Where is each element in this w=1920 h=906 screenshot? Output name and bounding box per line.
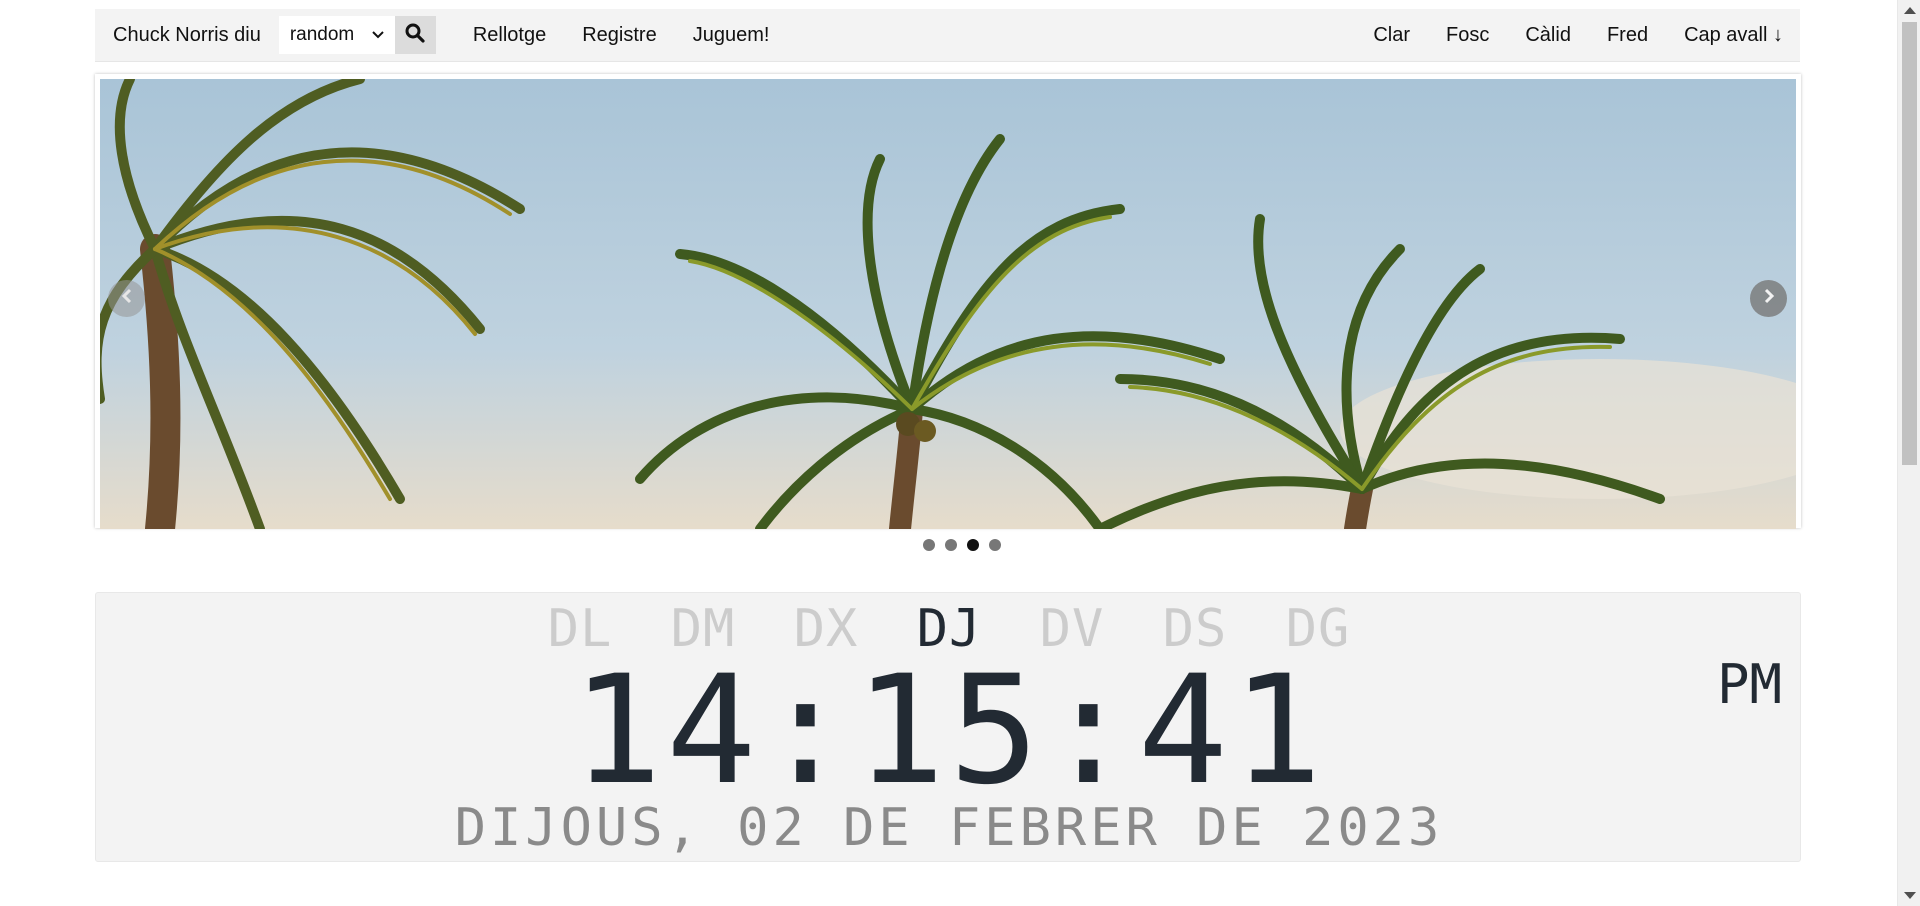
theme-link-fred[interactable]: Fred [1589, 24, 1666, 47]
clock-panel: DL DM DX DJ DV DS DG 14:15:41 PM DIJOUS,… [95, 592, 1801, 862]
select-value: random [289, 24, 355, 45]
theme-link-calid[interactable]: Càlid [1507, 24, 1589, 47]
carousel-next-button[interactable] [1750, 280, 1787, 317]
search-button[interactable] [394, 16, 436, 54]
joke-category-select[interactable]: random [278, 16, 395, 54]
carousel-slide-image [100, 79, 1796, 529]
nav-link-rellotge[interactable]: Rellotge [455, 24, 564, 47]
chevron-right-icon [1762, 288, 1776, 309]
theme-link-fosc[interactable]: Fosc [1428, 24, 1507, 47]
carousel-prev-button[interactable] [108, 280, 145, 317]
clock-date: DIJOUS, 02 DE FEBRER DE 2023 [454, 798, 1444, 858]
carousel-dot-4[interactable] [989, 539, 1001, 551]
scroll-down-arrow-icon[interactable] [1904, 892, 1916, 899]
image-carousel [95, 74, 1801, 529]
search-group: random [278, 16, 436, 54]
clock-time: 14:15:41 [571, 644, 1327, 818]
clock-ampm: PM [1716, 653, 1782, 716]
chevron-left-icon [120, 288, 134, 309]
carousel-indicators [0, 539, 1920, 551]
theme-link-cap-avall[interactable]: Cap avall ↓ [1666, 24, 1797, 47]
carousel-dot-3[interactable] [967, 539, 979, 551]
scroll-up-arrow-icon[interactable] [1904, 7, 1916, 14]
carousel-dot-2[interactable] [945, 539, 957, 551]
search-icon [405, 23, 425, 48]
theme-link-clar[interactable]: Clar [1355, 24, 1428, 47]
nav-links: Rellotge Registre Juguem! [455, 24, 788, 47]
page-scrollbar[interactable] [1897, 0, 1920, 906]
top-navbar: Chuck Norris diu random Rellotge Registr… [95, 9, 1800, 62]
navbar-brand[interactable]: Chuck Norris diu [113, 24, 261, 47]
scroll-thumb[interactable] [1902, 22, 1917, 465]
theme-links: Clar Fosc Càlid Fred Cap avall ↓ [1355, 24, 1797, 47]
carousel-dot-1[interactable] [923, 539, 935, 551]
nav-link-registre[interactable]: Registre [564, 24, 674, 47]
nav-link-juguem[interactable]: Juguem! [675, 24, 788, 47]
chevron-down-icon [371, 30, 385, 40]
